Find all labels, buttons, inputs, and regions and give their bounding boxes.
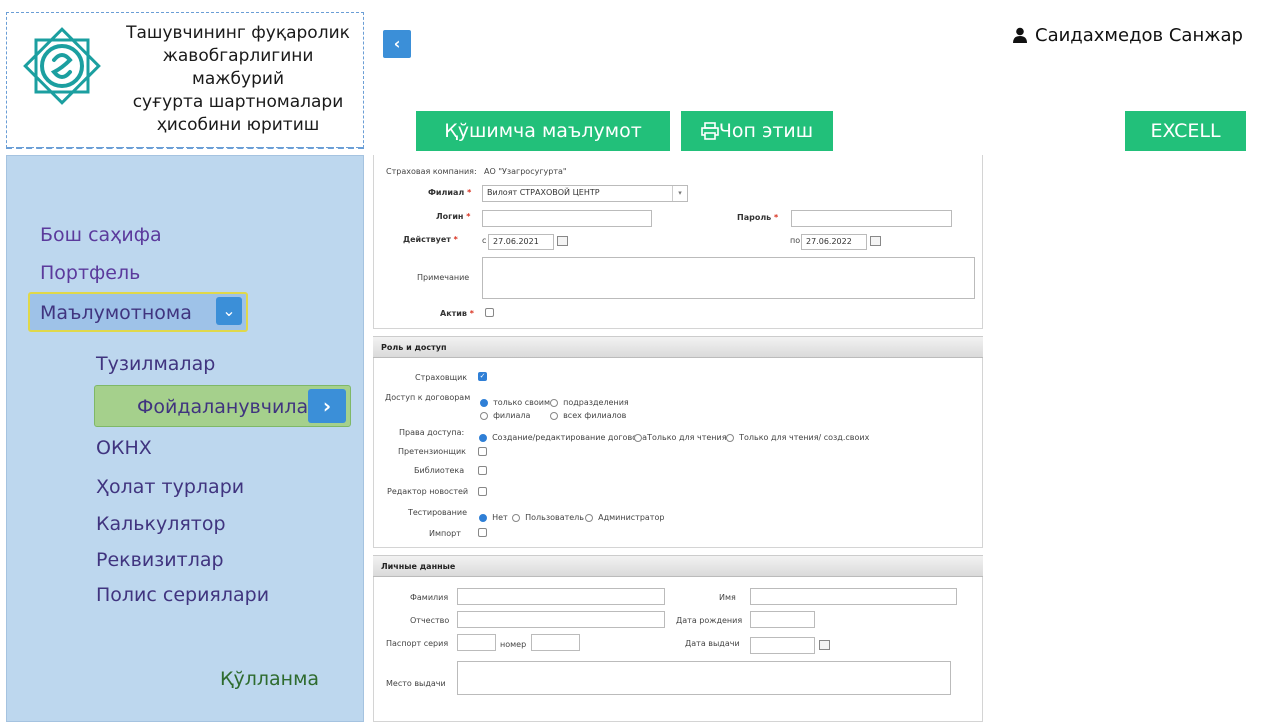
- testing-option[interactable]: Администратор: [585, 507, 664, 526]
- extra-info-button[interactable]: Қўшимча маълумот: [416, 111, 670, 151]
- branch-select-value: Вилоят СТРАХОВОЙ ЦЕНТР: [487, 188, 600, 197]
- sidebar-subitem-calculator[interactable]: Калькулятор: [96, 513, 226, 535]
- login-input[interactable]: [482, 210, 652, 227]
- chevron-left-icon: ‹: [393, 34, 401, 53]
- sidebar-subitem-okhn[interactable]: ОКНХ: [96, 437, 152, 459]
- logo-title-line: ҳисобини юритиш: [156, 115, 320, 135]
- import-checkbox[interactable]: [478, 528, 487, 537]
- collapse-sidebar-button[interactable]: ‹: [383, 30, 411, 58]
- from-prefix: с: [482, 236, 487, 245]
- excel-button[interactable]: EXCELL: [1125, 111, 1246, 151]
- active-checkbox[interactable]: [485, 308, 494, 317]
- branch-label: Филиал *: [428, 188, 472, 197]
- active-label: Актив *: [440, 309, 474, 318]
- roles-section-header: Роль и доступ: [373, 336, 983, 358]
- insurer-label: Страховщик: [415, 373, 468, 382]
- user-menu[interactable]: Саидахмедов Санжар: [1013, 25, 1243, 46]
- chevron-right-icon[interactable]: ›: [308, 389, 346, 423]
- calendar-icon[interactable]: [870, 236, 881, 246]
- user-form-panel: [373, 155, 983, 329]
- rights-option[interactable]: Только для чтения/ созд.своих: [726, 427, 869, 446]
- print-label: Чоп этиш: [718, 120, 814, 142]
- logo-title-line: суғурта шартномалари: [132, 92, 344, 112]
- sidebar-subitem-users-label: Фойдаланувчилар: [137, 396, 321, 418]
- to-date-input[interactable]: 27.06.2022: [801, 234, 867, 250]
- passport-number-input[interactable]: [531, 634, 580, 651]
- calendar-icon[interactable]: [557, 236, 568, 246]
- library-checkbox[interactable]: [478, 466, 487, 475]
- issue-place-label: Место выдачи: [386, 679, 446, 688]
- password-input[interactable]: [791, 210, 952, 227]
- company-value: АО "Узагросугурта": [484, 167, 567, 176]
- sidebar-item-home[interactable]: Бош саҳифа: [40, 224, 162, 246]
- logo-title-line: жавобгарлигини мажбурий: [162, 46, 314, 89]
- patronymic-label: Отчество: [410, 616, 450, 625]
- rights-option[interactable]: Только для чтения: [634, 427, 727, 446]
- logo-title: Ташувчининг фуқаролик жавобгарлигини маж…: [118, 22, 358, 137]
- print-button[interactable]: Чоп этиш: [681, 111, 833, 151]
- logo-title-line: Ташувчининг фуқаролик: [126, 23, 350, 43]
- passport-series-label: Паспорт серия: [386, 639, 449, 648]
- chevron-down-icon[interactable]: ⌄: [216, 297, 242, 325]
- valid-label: Действует *: [403, 235, 458, 244]
- sidebar-subitem-requisites[interactable]: Реквизитлар: [96, 549, 224, 571]
- calendar-icon[interactable]: [819, 640, 830, 650]
- rights-label: Права доступа:: [399, 428, 465, 437]
- sidebar-subitem-policy-series[interactable]: Полис сериялари: [96, 584, 269, 606]
- patronymic-input[interactable]: [457, 611, 665, 628]
- login-label: Логин *: [436, 212, 471, 221]
- user-name: Саидахмедов Санжар: [1035, 25, 1243, 46]
- manual-link[interactable]: Қўлланма: [220, 668, 319, 690]
- note-label: Примечание: [417, 273, 470, 282]
- from-date-input[interactable]: 27.06.2021: [488, 234, 554, 250]
- testing-option[interactable]: Пользователь: [512, 507, 584, 526]
- sidebar-item-portfolio[interactable]: Портфель: [40, 262, 140, 284]
- issue-date-label: Дата выдачи: [685, 639, 740, 648]
- insurer-checkbox[interactable]: ✓: [478, 372, 487, 381]
- password-label: Пароль *: [737, 213, 779, 222]
- chevron-down-icon: ▾: [672, 186, 687, 201]
- name-label: Имя: [719, 593, 736, 602]
- company-label: Страховая компания:: [386, 167, 477, 176]
- import-label: Импорт: [429, 529, 461, 538]
- contract-access-option[interactable]: филиала: [480, 405, 530, 424]
- company-logo: [23, 27, 101, 105]
- to-prefix: по: [790, 236, 801, 245]
- library-label: Библиотека: [414, 466, 465, 475]
- passport-series-input[interactable]: [457, 634, 496, 651]
- rights-option[interactable]: Создание/редактирование договора: [479, 427, 647, 446]
- news-editor-checkbox[interactable]: [478, 487, 487, 496]
- testing-option[interactable]: Нет: [479, 507, 508, 526]
- claims-label: Претензионщик: [398, 447, 466, 456]
- passport-number-label: номер: [500, 640, 527, 649]
- claims-checkbox[interactable]: [478, 447, 487, 456]
- logo-divider: [6, 147, 364, 149]
- news-editor-label: Редактор новостей: [387, 487, 469, 496]
- surname-input[interactable]: [457, 588, 665, 605]
- user-icon: [1013, 27, 1027, 43]
- branch-select[interactable]: Вилоят СТРАХОВОЙ ЦЕНТР ▾: [482, 185, 688, 202]
- issue-place-textarea[interactable]: [457, 661, 951, 695]
- issue-date-input[interactable]: [750, 637, 815, 654]
- personal-section-header: Личные данные: [373, 555, 983, 577]
- birth-date-label: Дата рождения: [676, 616, 743, 625]
- contract-access-option[interactable]: всех филиалов: [550, 405, 626, 424]
- surname-label: Фамилия: [410, 593, 449, 602]
- sidebar-subitem-structures[interactable]: Тузилмалар: [96, 353, 215, 375]
- sidebar-item-reference-label: Маълумотнома: [40, 302, 192, 324]
- contract-access-label: Доступ к договорам: [385, 393, 471, 402]
- name-input[interactable]: [750, 588, 957, 605]
- note-textarea[interactable]: [482, 257, 975, 299]
- sidebar-subitem-status-types[interactable]: Ҳолат турлари: [96, 476, 244, 498]
- testing-label: Тестирование: [408, 508, 468, 517]
- birth-date-input[interactable]: [750, 611, 815, 628]
- printer-icon: [701, 122, 719, 140]
